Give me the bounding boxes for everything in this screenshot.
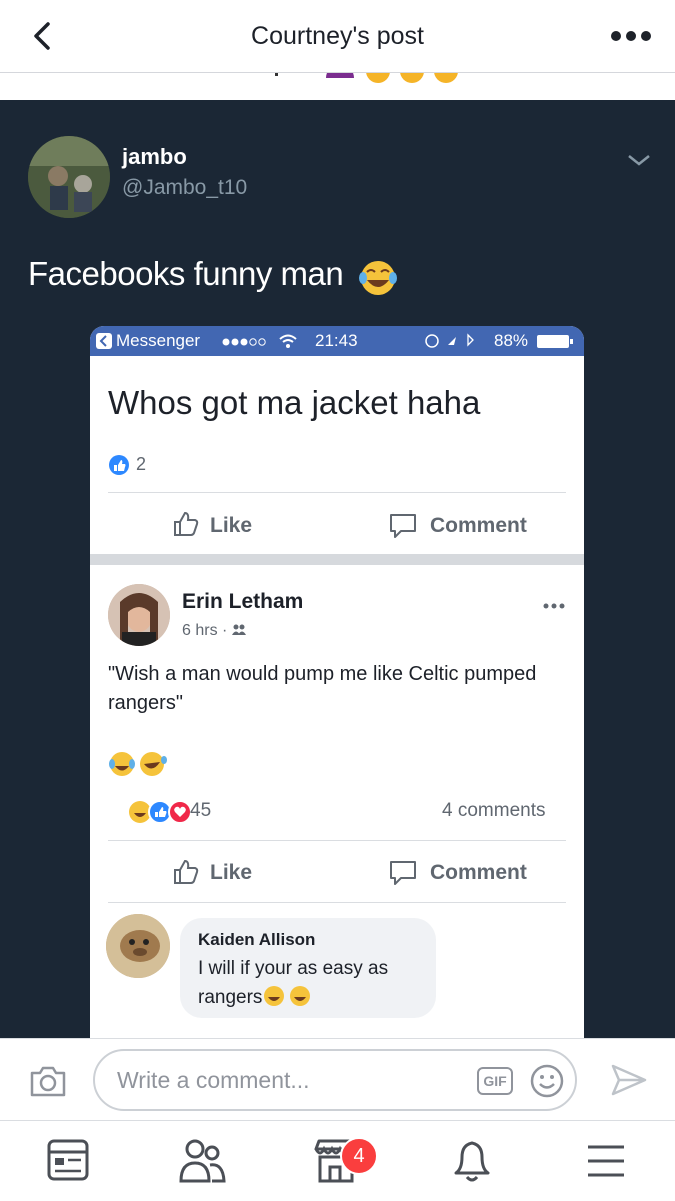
comment-button[interactable]: Comment xyxy=(430,514,527,538)
like-button[interactable]: Like xyxy=(210,514,252,538)
camera-icon[interactable] xyxy=(28,1063,68,1099)
like-thumb-icon xyxy=(174,511,199,536)
comment-button[interactable]: Comment xyxy=(430,861,527,885)
status-app: Messenger xyxy=(116,331,201,350)
battery-icon xyxy=(537,335,573,348)
battery-percent: 88% xyxy=(494,331,529,350)
divider xyxy=(108,492,566,493)
avatar xyxy=(28,136,110,218)
post-text: Whos got ma jacket haha xyxy=(108,384,481,421)
cropped-reaction-strip xyxy=(0,73,675,100)
reply-bubble: Kaiden Allison I will if your as easy as… xyxy=(180,918,436,1018)
page-title: Courtney's post xyxy=(251,22,424,50)
embedded-facebook-screenshot: Messenger 21:43 88% Whos got ma jacket h… xyxy=(90,326,584,1038)
gif-button[interactable]: GIF xyxy=(477,1067,513,1095)
phone-status-bar: Messenger 21:43 88% xyxy=(90,326,584,356)
bottom-tab-bar: 4 xyxy=(0,1120,675,1201)
post-text: "Wish a man would pump me like Celtic pu… xyxy=(108,663,537,714)
reaction-count[interactable]: 45 xyxy=(190,800,211,822)
like-button[interactable]: Like xyxy=(210,861,252,885)
laughing-crying-emoji-icon xyxy=(359,261,397,295)
sticker-smiley-icon[interactable] xyxy=(529,1063,565,1099)
wifi-icon xyxy=(279,334,297,348)
send-icon[interactable] xyxy=(610,1063,648,1097)
post-time: 6 hrs xyxy=(182,622,218,639)
signal-icon xyxy=(222,338,266,346)
tweet-author-handle: @Jambo_t10 xyxy=(122,176,248,199)
like-reaction-icon xyxy=(109,455,129,475)
section-separator xyxy=(90,554,584,565)
comment-input[interactable]: Write a comment... GIF xyxy=(93,1049,577,1111)
reaction-emojis-icon xyxy=(275,73,458,83)
gif-label: GIF xyxy=(483,1073,507,1089)
menu-icon[interactable] xyxy=(576,1133,636,1189)
news-feed-icon[interactable] xyxy=(38,1133,98,1189)
avatar xyxy=(106,914,170,978)
post-timestamp: 6 hrs · xyxy=(182,622,246,640)
more-options-icon[interactable] xyxy=(542,602,566,610)
more-options-icon[interactable] xyxy=(608,26,654,46)
comment-author-name[interactable]: Erin Letham xyxy=(182,590,303,614)
tweet-author-name: jambo xyxy=(122,144,187,169)
friends-icon[interactable] xyxy=(172,1133,232,1189)
comment-bubble-icon xyxy=(390,514,416,538)
tweet-image[interactable]: jambo @Jambo_t10 Facebooks funny man Mes… xyxy=(0,100,675,1038)
reply-author-name[interactable]: Kaiden Allison xyxy=(198,930,315,950)
tweet-text: Facebooks funny man xyxy=(28,255,344,292)
chevron-down-icon xyxy=(628,155,650,166)
like-count: 2 xyxy=(136,454,147,474)
divider xyxy=(108,840,566,841)
status-time: 21:43 xyxy=(315,331,358,350)
crying-laughing-emojis-icon xyxy=(109,752,167,776)
like-thumb-icon xyxy=(174,859,199,884)
avatar xyxy=(108,584,170,646)
divider xyxy=(108,902,566,903)
reply-text: I will if your as easy as rangers xyxy=(198,954,428,1012)
back-arrow-icon xyxy=(96,333,112,349)
comments-count[interactable]: 4 comments xyxy=(442,800,545,822)
notification-badge: 4 xyxy=(340,1137,378,1175)
comment-composer: Write a comment... GIF xyxy=(0,1038,675,1121)
comment-input-placeholder: Write a comment... xyxy=(117,1067,310,1093)
status-icons xyxy=(425,333,474,348)
comment-bubble-icon xyxy=(390,861,416,885)
top-nav-bar: Courtney's post xyxy=(0,0,675,73)
friends-icon xyxy=(231,624,246,635)
laughing-crying-emoji-icon xyxy=(264,986,311,1006)
bell-icon[interactable] xyxy=(442,1133,502,1189)
